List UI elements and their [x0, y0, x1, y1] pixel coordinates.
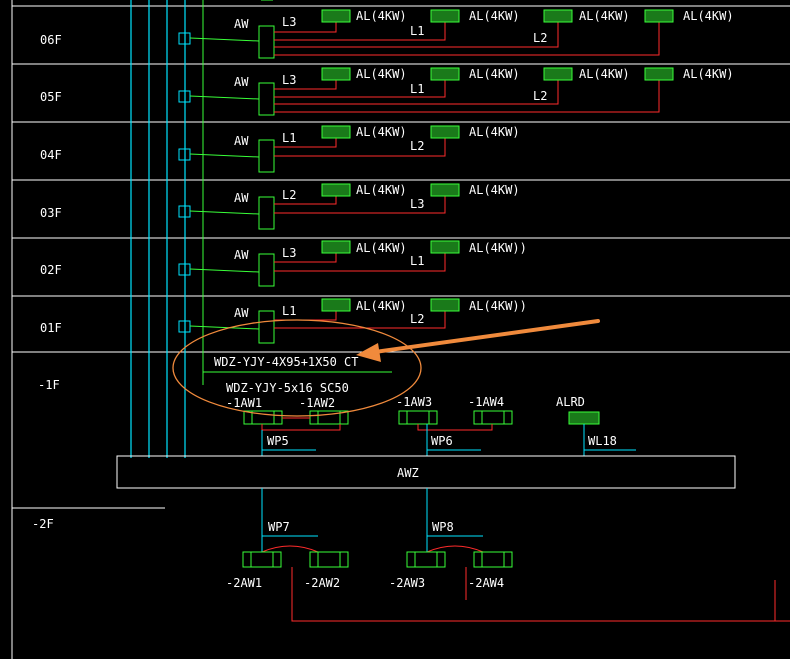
load-box — [644, 9, 674, 23]
load-box — [430, 298, 460, 312]
line-label: WP5 — [267, 434, 289, 448]
box-label: -1AW3 — [396, 395, 432, 409]
load-label: AL(4KW) — [683, 9, 734, 23]
alrd-box — [568, 411, 600, 425]
circuit-label: L3 — [410, 197, 424, 211]
line-label: WP6 — [431, 434, 453, 448]
load-label: AL(4KW) — [356, 67, 407, 81]
load-label: AL(4KW) — [356, 241, 407, 255]
branch-cable-label: WDZ-YJY-5x16 SC50 — [226, 381, 349, 395]
load-label: AL(4KW) — [356, 299, 407, 313]
floor-label-01f: 01F — [40, 321, 62, 335]
distribution-riser-diagram: 06F 05F 04F 03F 02F 01F -1F -2F AW L3 L1… — [0, 0, 790, 659]
box-label: -1AW2 — [299, 396, 335, 410]
floor-label-b1: -1F — [38, 378, 60, 392]
line-label: WP8 — [432, 520, 454, 534]
box-label: -2AW1 — [226, 576, 262, 590]
load-box — [321, 67, 351, 81]
load-label: AL(4KW)) — [469, 241, 527, 255]
box-label: -2AW2 — [304, 576, 340, 590]
load-box — [321, 183, 351, 197]
box-label: -2AW4 — [468, 576, 504, 590]
load-label: AL(4KW) — [579, 9, 630, 23]
floor-label-05f: 05F — [40, 90, 62, 104]
circuit-label: L1 — [410, 24, 424, 38]
circuit-label: L3 — [282, 73, 296, 87]
circuit-label: L2 — [282, 188, 296, 202]
feeder-cable-label: WDZ-YJY-4X95+1X50 CT — [214, 355, 359, 369]
load-label: AL(4KW) — [356, 125, 407, 139]
load-label: AL(4KW) — [356, 183, 407, 197]
load-box — [430, 183, 460, 197]
load-box — [321, 298, 351, 312]
circuit-label: L2 — [410, 139, 424, 153]
box-label: -2AW3 — [389, 576, 425, 590]
load-label: AL(4KW) — [356, 9, 407, 23]
main-panel-label: AWZ — [397, 466, 419, 480]
circuit-label: L1 — [410, 82, 424, 96]
floor-label-04f: 04F — [40, 148, 62, 162]
circuit-label: L3 — [282, 15, 296, 29]
load-box — [430, 125, 460, 139]
load-label: AL(4KW) — [579, 67, 630, 81]
load-box — [543, 67, 573, 81]
box-label: -1AW4 — [468, 395, 504, 409]
panel-label: AW — [234, 75, 249, 89]
circuit-label: L2 — [410, 312, 424, 326]
circuit-label: L3 — [282, 246, 296, 260]
load-box — [430, 240, 460, 254]
floor-label-06f: 06F — [40, 33, 62, 47]
panel-label: AW — [234, 306, 249, 320]
circuit-label: L2 — [533, 89, 547, 103]
panel-label: AW — [234, 17, 249, 31]
floor-label-03f: 03F — [40, 206, 62, 220]
load-label: AL(4KW)) — [469, 299, 527, 313]
circuit-label: L2 — [533, 31, 547, 45]
load-box — [430, 67, 460, 81]
load-label: AL(4KW) — [469, 183, 520, 197]
load-label: AL(4KW) — [469, 67, 520, 81]
load-box — [321, 9, 351, 23]
load-box — [430, 9, 460, 23]
panel-label: AW — [234, 134, 249, 148]
box-label: -1AW1 — [226, 396, 262, 410]
load-box — [543, 9, 573, 23]
load-label: AL(4KW) — [469, 9, 520, 23]
panel-label: AW — [234, 191, 249, 205]
floor-label-b2: -2F — [32, 517, 54, 531]
circuit-label: L1 — [282, 131, 296, 145]
line-label: WL18 — [588, 434, 617, 448]
line-label: WP7 — [268, 520, 290, 534]
circuit-label: L1 — [282, 304, 296, 318]
floor-label-02f: 02F — [40, 263, 62, 277]
load-label: AL(4KW) — [469, 125, 520, 139]
load-label: AL(4KW) — [683, 67, 734, 81]
panel-label: AW — [234, 248, 249, 262]
load-box — [321, 240, 351, 254]
load-box — [644, 67, 674, 81]
box-label: ALRD — [556, 395, 585, 409]
canvas-background — [0, 0, 790, 659]
circuit-label: L1 — [410, 254, 424, 268]
load-box — [321, 125, 351, 139]
